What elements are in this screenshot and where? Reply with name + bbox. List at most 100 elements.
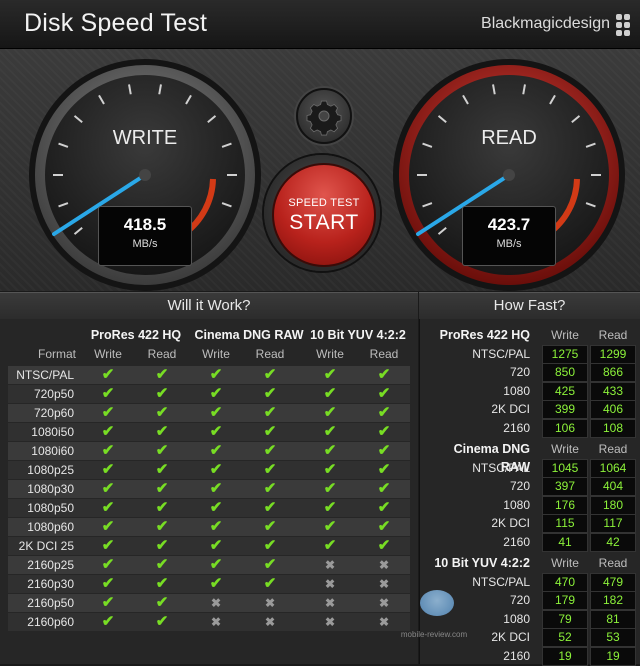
resolution-label: 2160 bbox=[503, 420, 530, 435]
format-label: 2160p30 bbox=[27, 577, 74, 591]
speed-row: NTSC/PAL 1275 1299 bbox=[420, 345, 640, 364]
resolution-label: 1080 bbox=[503, 497, 530, 512]
checkmark-icon: ✔ bbox=[155, 594, 169, 611]
checkmark-icon: ✔ bbox=[101, 366, 115, 383]
start-button-face[interactable]: SPEED TEST START bbox=[272, 163, 376, 267]
title-bar: Disk Speed Test Blackmagicdesign bbox=[0, 0, 640, 49]
settings-button[interactable] bbox=[296, 88, 352, 144]
write-fps-value: 106 bbox=[542, 418, 588, 438]
checkmark-icon: ✔ bbox=[209, 537, 223, 554]
checkmark-icon: ✔ bbox=[323, 480, 337, 497]
resolution-label: 2K DCI bbox=[491, 516, 530, 531]
speed-group-header: ProRes 422 HQ Write Read bbox=[420, 326, 640, 344]
resolution-label: NTSC/PAL bbox=[472, 461, 530, 475]
table-row: 1080p50 ✔ ✔ ✔ ✔ ✔ ✔ bbox=[8, 499, 410, 517]
checkmark-icon: ✔ bbox=[323, 442, 337, 459]
checkmark-icon: ✔ bbox=[209, 556, 223, 573]
group-yuv: 10 Bit YUV 4:2:2 bbox=[310, 328, 406, 342]
write-gauge-label: WRITE bbox=[112, 127, 178, 149]
checkmark-icon: ✔ bbox=[323, 461, 337, 478]
format-label: 2K DCI 25 bbox=[18, 539, 74, 553]
checkmark-icon: ✔ bbox=[263, 518, 277, 535]
checkmark-icon: ✔ bbox=[101, 594, 115, 611]
checkmark-icon: ✔ bbox=[155, 518, 169, 535]
checkmark-icon: ✔ bbox=[209, 499, 223, 516]
checkmark-icon: ✔ bbox=[155, 423, 169, 440]
codec-group-headers: ProRes 422 HQ Cinema DNG RAW 10 Bit YUV … bbox=[0, 328, 418, 346]
speed-row: 2160 19 19 bbox=[420, 646, 640, 666]
write-column-header: Write bbox=[551, 442, 579, 456]
checkmark-icon: ✔ bbox=[377, 423, 391, 440]
write-fps-value: 1275 bbox=[542, 345, 588, 364]
speed-row: 1080 176 180 bbox=[420, 495, 640, 515]
checkmark-icon: ✔ bbox=[323, 537, 337, 554]
how-fast-header: How Fast? bbox=[419, 292, 640, 320]
brand-name: Blackmagicdesign bbox=[481, 15, 610, 32]
cross-icon: ✖ bbox=[210, 615, 222, 629]
gear-icon bbox=[306, 100, 342, 136]
checkmark-icon: ✔ bbox=[209, 366, 223, 383]
table-row: 720p50 ✔ ✔ ✔ ✔ ✔ ✔ bbox=[8, 385, 410, 403]
checkmark-icon: ✔ bbox=[377, 385, 391, 402]
checkmark-icon: ✔ bbox=[263, 442, 277, 459]
write-speed-unit: MB/s bbox=[132, 238, 158, 250]
read-gauge-label: READ bbox=[481, 127, 537, 149]
checkmark-icon: ✔ bbox=[209, 404, 223, 421]
start-button[interactable]: SPEED TEST START bbox=[264, 155, 380, 271]
checkmark-icon: ✔ bbox=[155, 613, 169, 630]
checkmark-icon: ✔ bbox=[263, 575, 277, 592]
checkmark-icon: ✔ bbox=[155, 461, 169, 478]
dng-read-header: Read bbox=[255, 347, 285, 361]
prores-write-header: Write bbox=[94, 347, 122, 361]
checkmark-icon: ✔ bbox=[323, 423, 337, 440]
checkmark-icon: ✔ bbox=[155, 480, 169, 497]
cross-icon: ✖ bbox=[264, 615, 276, 629]
checkmark-icon: ✔ bbox=[323, 385, 337, 402]
speed-row: NTSC/PAL 1045 1064 bbox=[420, 459, 640, 478]
write-column-header: Write bbox=[551, 328, 579, 342]
app-title: Disk Speed Test bbox=[24, 9, 208, 37]
format-header: Format bbox=[37, 347, 76, 361]
will-it-work-table: ProRes 422 HQ Cinema DNG RAW 10 Bit YUV … bbox=[0, 319, 418, 664]
checkmark-icon: ✔ bbox=[209, 518, 223, 535]
checkmark-icon: ✔ bbox=[377, 442, 391, 459]
read-fps-value: 1064 bbox=[590, 459, 636, 478]
format-label: 720p50 bbox=[33, 387, 74, 401]
checkmark-icon: ✔ bbox=[101, 423, 115, 440]
resolution-label: NTSC/PAL bbox=[472, 347, 530, 361]
watermark: mobile-review.com bbox=[398, 590, 470, 646]
speed-group-name: ProRes 422 HQ bbox=[439, 328, 530, 342]
speed-row: 720 397 404 bbox=[420, 477, 640, 497]
checkmark-icon: ✔ bbox=[101, 480, 115, 497]
resolution-label: 720 bbox=[509, 479, 530, 494]
write-fps-value: 399 bbox=[542, 400, 588, 420]
table-row: 1080p25 ✔ ✔ ✔ ✔ ✔ ✔ bbox=[8, 461, 410, 479]
write-fps-value: 850 bbox=[542, 363, 588, 383]
yuv-read-header: Read bbox=[369, 347, 399, 361]
read-column-header: Read bbox=[598, 442, 628, 456]
read-fps-value: 433 bbox=[590, 381, 636, 401]
resolution-label: 2160 bbox=[503, 534, 530, 549]
write-fps-value: 470 bbox=[542, 573, 588, 592]
watermark-text: mobile-review.com bbox=[400, 630, 468, 639]
checkmark-icon: ✔ bbox=[263, 461, 277, 478]
checkmark-icon: ✔ bbox=[377, 518, 391, 535]
checkmark-icon: ✔ bbox=[323, 404, 337, 421]
write-speed-value: 418.5 bbox=[123, 215, 167, 234]
checkmark-icon: ✔ bbox=[323, 499, 337, 516]
checkmark-icon: ✔ bbox=[209, 480, 223, 497]
checkmark-icon: ✔ bbox=[155, 499, 169, 516]
table-row: 2160p30 ✔ ✔ ✔ ✔ ✖ ✖ bbox=[8, 575, 410, 593]
read-fps-value: 404 bbox=[590, 477, 636, 497]
format-label: 1080p50 bbox=[27, 501, 74, 515]
checkmark-icon: ✔ bbox=[209, 423, 223, 440]
checkmark-icon: ✔ bbox=[155, 442, 169, 459]
write-fps-value: 176 bbox=[542, 495, 588, 515]
format-label: 1080i60 bbox=[31, 444, 74, 458]
speed-group-header: 10 Bit YUV 4:2:2 Write Read bbox=[420, 554, 640, 572]
will-it-work-header: Will it Work? bbox=[0, 292, 418, 320]
group-cinema-dng: Cinema DNG RAW bbox=[194, 328, 304, 342]
read-fps-value: 479 bbox=[590, 573, 636, 592]
checkmark-icon: ✔ bbox=[209, 385, 223, 402]
read-fps-value: 866 bbox=[590, 363, 636, 383]
